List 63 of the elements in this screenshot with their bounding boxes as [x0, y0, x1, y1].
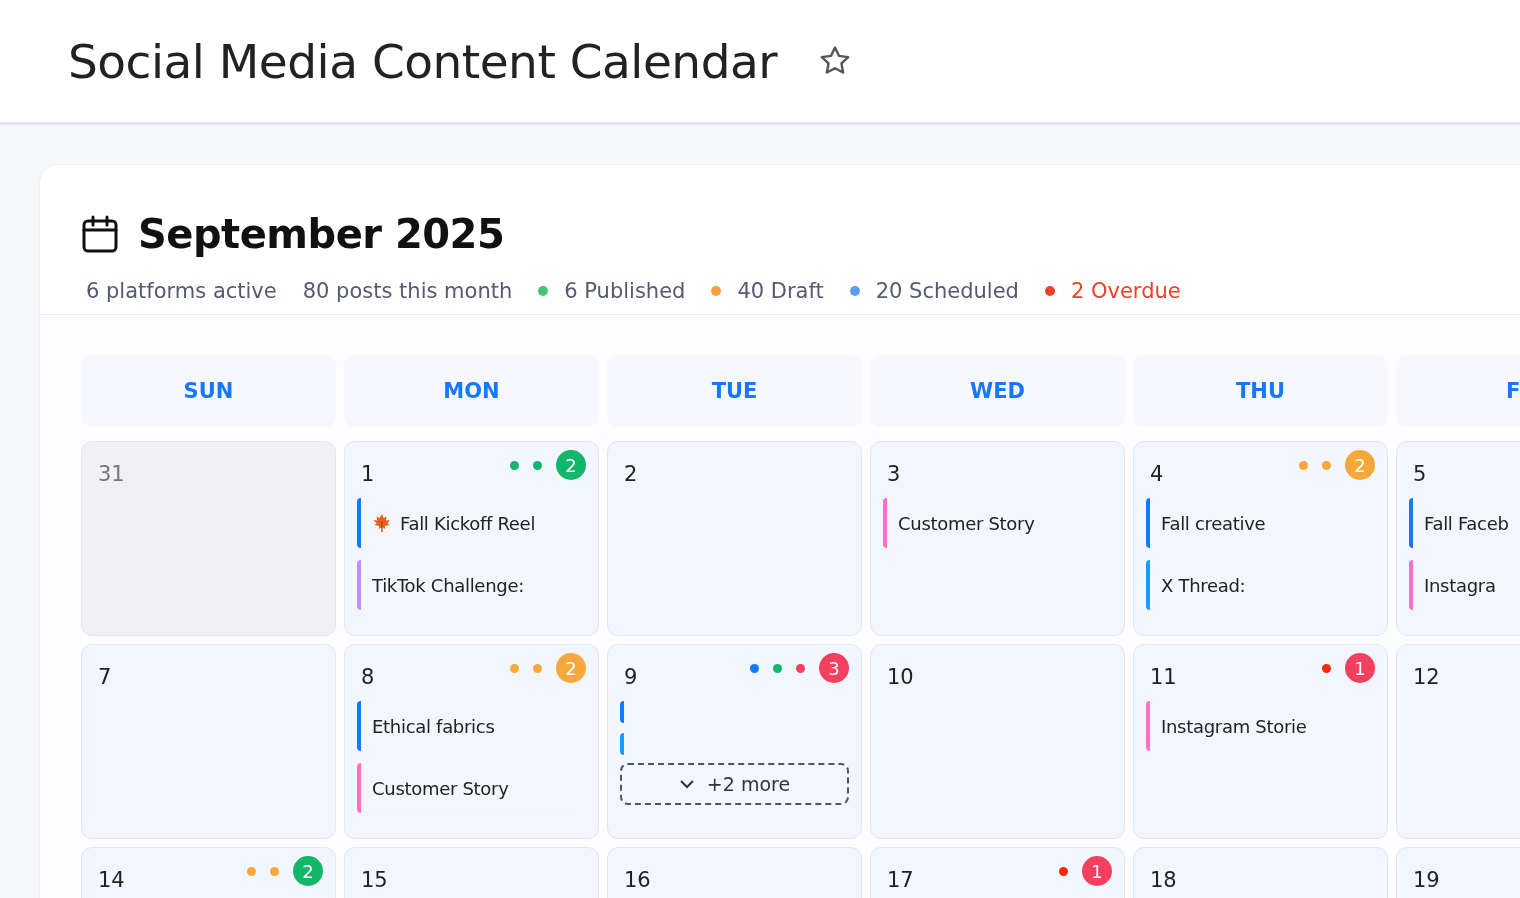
day-number: 11 [1150, 665, 1177, 689]
count-badge: 1 [1345, 653, 1375, 683]
day-number: 15 [361, 868, 388, 892]
day-number: 14 [98, 868, 125, 892]
day-number: 9 [624, 665, 638, 689]
post-marker[interactable] [620, 733, 624, 755]
day-cell[interactable]: 4 2 Fall creative X Thread: [1133, 441, 1388, 636]
stat-label: 20 Scheduled [875, 279, 1019, 303]
day-cell[interactable]: 15 [344, 847, 599, 898]
day-cell[interactable]: 14 2 [81, 847, 336, 898]
day-number: 17 [887, 868, 914, 892]
calendar-icon [82, 215, 118, 253]
day-number: 19 [1413, 868, 1440, 892]
day-cell[interactable]: 10 [870, 644, 1125, 839]
weekday-header: F [1396, 355, 1520, 427]
stat-label: 40 Draft [737, 279, 824, 303]
day-number: 7 [98, 665, 112, 689]
weekday-header: SUN [81, 355, 336, 427]
weekday-header: WED [870, 355, 1125, 427]
day-number: 5 [1413, 462, 1427, 486]
count-badge: 2 [293, 856, 323, 886]
count-badge: 2 [556, 653, 586, 683]
day-number: 8 [361, 665, 375, 689]
count-badge: 2 [1345, 450, 1375, 480]
stat-label: 6 Published [564, 279, 686, 303]
day-number: 1 [361, 462, 375, 486]
day-number: 2 [624, 462, 638, 486]
leaf-icon [372, 513, 392, 533]
day-number: 3 [887, 462, 901, 486]
day-cell[interactable]: 7 [81, 644, 336, 839]
day-cell[interactable]: 8 2 Ethical fabrics Customer Story [344, 644, 599, 839]
day-number: 18 [1150, 868, 1177, 892]
stat-label: 80 posts this month [302, 279, 513, 303]
day-cell[interactable]: 11 1 Instagram Storie [1133, 644, 1388, 839]
day-cell[interactable]: 5 Fall Faceb Instagra [1396, 441, 1520, 636]
stat-label: 6 platforms active [86, 279, 277, 303]
chevron-down-icon [678, 779, 695, 789]
weekday-header: THU [1133, 355, 1388, 427]
day-number: 4 [1150, 462, 1164, 486]
day-number: 12 [1413, 665, 1440, 689]
count-badge: 1 [1082, 856, 1112, 886]
day-cell[interactable]: 12 [1396, 644, 1520, 839]
day-cell[interactable]: 18 [1133, 847, 1388, 898]
weekday-header: TUE [607, 355, 862, 427]
weekday-header: MON [344, 355, 599, 427]
day-cell[interactable]: 17 1 [870, 847, 1125, 898]
more-button[interactable]: +2 more [620, 763, 849, 805]
day-cell[interactable]: 19 [1396, 847, 1520, 898]
day-cell[interactable]: 2 [607, 441, 862, 636]
day-cell[interactable]: 3 Customer Story [870, 441, 1125, 636]
day-number: 10 [887, 665, 914, 689]
count-badge: 3 [819, 653, 849, 683]
stat-label: 2 Overdue [1070, 279, 1181, 303]
page-title: Social Media Content Calendar [68, 33, 778, 89]
day-cell[interactable]: 9 3 +2 more [607, 644, 862, 839]
month-title: September 2025 [138, 211, 505, 257]
post-marker[interactable] [620, 701, 624, 723]
count-badge: 2 [556, 450, 586, 480]
day-number: 31 [98, 462, 125, 486]
day-cell[interactable]: 16 [607, 847, 862, 898]
day-cell[interactable]: 31 [81, 441, 336, 636]
day-cell[interactable]: 1 2 Fall Kickoff Reel TikTok Challenge: [344, 441, 599, 636]
day-number: 16 [624, 868, 651, 892]
